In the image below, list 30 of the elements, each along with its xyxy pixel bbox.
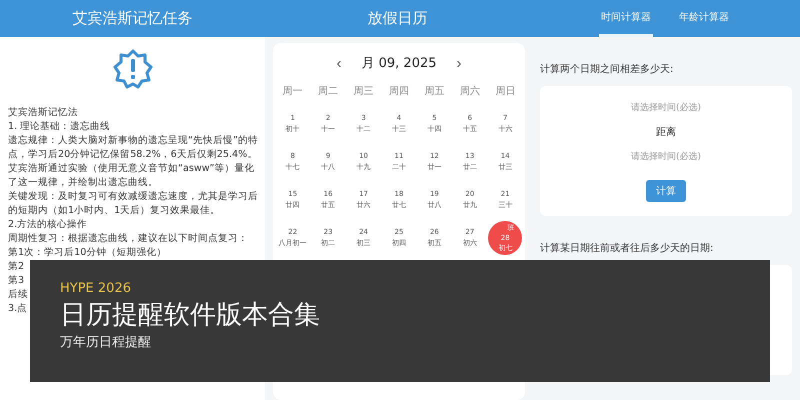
weekday-label: 周二 (317, 85, 340, 99)
weekday-label: 周日 (494, 85, 516, 99)
section-label: 计算某日期往前或者往后多少天的日期: (540, 242, 714, 256)
memo-text: 遗忘规律：人类大脑对新事物的遗忘呈现“先快后慢”的特点，学习后20分钟记忆保留58.2%，6天后仅剩25.4%。艾宾浩斯通过实验（使用无意义音节如“asww”等）量化了这一规律，并绘制出遗忘曲线。 (8, 134, 259, 190)
memo-text: 周期性复习：根据遗忘曲线，建议在以下时间点复习： (8, 232, 249, 246)
weekday-label: 周一 (282, 85, 304, 99)
banner-title: 日历提醒软件版本合集 (60, 299, 321, 332)
banner-kicker: HYPE 2026 (60, 280, 132, 298)
month-title: 月 09, 2025 (361, 55, 437, 72)
memo-text: 第3 (8, 274, 24, 288)
distance-label: 距离 (656, 126, 676, 140)
alert-badge-icon (112, 49, 152, 89)
memo-text: 2.方法的核心操作 (8, 218, 88, 232)
memo-text: 艾宾浩斯记忆法 (8, 106, 79, 120)
memo-text: 关键发现：及时复习可有效减缓遗忘速度，尤其是学习后的短期内（如1小时内、1天后）复习效果最佳。 (8, 190, 259, 218)
weekday-label: 周四 (388, 85, 410, 99)
header-title: 艾宾浩斯记忆任务 (72, 9, 192, 28)
banner-subtitle: 万年历日程提醒 (60, 334, 152, 352)
memo-text: 1. 理论基础：遗忘曲线 (8, 120, 112, 134)
next-month-button[interactable]: › (452, 54, 466, 72)
memo-text: 3.点 (8, 302, 28, 316)
memo-text: 第2 (8, 260, 24, 274)
weekday-label: 周六 (458, 84, 481, 99)
weekday-label: 周三 (352, 85, 375, 99)
section-label: 计算两个日期之间相差多少天: (540, 62, 674, 77)
memo-text: 第1次：学习后10分钟（短期强化） (8, 246, 168, 260)
weekday-label: 周五 (423, 85, 446, 99)
header-title: 放假日历 (368, 9, 428, 28)
memo-text: 后续 (8, 288, 28, 302)
prev-month-button[interactable]: ‹ (332, 54, 346, 72)
